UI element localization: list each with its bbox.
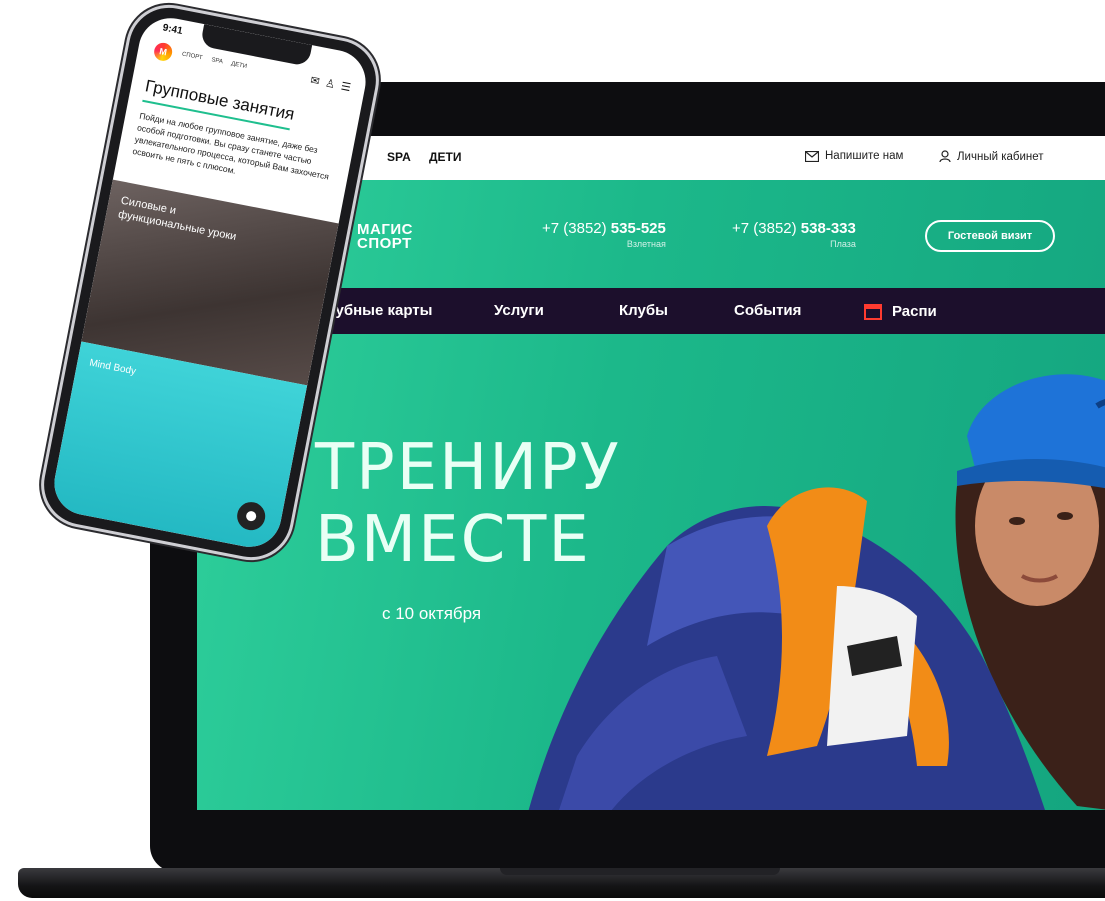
phone-prefix: +7 (3852) [542, 220, 611, 237]
mail-icon [805, 150, 819, 162]
phone-main-number: 535-525 [610, 220, 666, 237]
mail-icon[interactable]: ✉ [309, 74, 321, 89]
phone-frame: 9:41 M СПОРТ SPA ДЕТИ ✉ ♙ ☰ Групповые за… [37, 0, 383, 565]
phone-link-spa[interactable]: SPA [211, 57, 223, 65]
phone-brand-mark-icon[interactable]: M [152, 41, 174, 63]
laptop-base-notch [500, 868, 780, 875]
top-link-spa[interactable]: SPA [387, 150, 411, 164]
write-us-label: Напишите нам [825, 150, 904, 162]
phone-link-kids[interactable]: ДЕТИ [231, 61, 248, 70]
account-label: Личный кабинет [957, 150, 1044, 163]
write-us-link[interactable]: Напишите нам [805, 150, 903, 162]
phone-screen: 9:41 M СПОРТ SPA ДЕТИ ✉ ♙ ☰ Групповые за… [48, 12, 372, 553]
guest-visit-button[interactable]: Гостевой визит [925, 220, 1055, 252]
top-link-kids[interactable]: ДЕТИ [429, 150, 462, 164]
phone-header-icons: ✉ ♙ ☰ [309, 74, 352, 95]
hero-athlete-photo [528, 374, 1105, 810]
user-icon [939, 150, 951, 163]
phone-location: Взлетная [626, 239, 666, 249]
laptop-screen-bottom [197, 810, 1105, 838]
menu-icon[interactable]: ☰ [340, 80, 352, 94]
phone-number-vzletnaya[interactable]: +7 (3852) 535-525 Взлетная [542, 220, 666, 249]
hero-date: с 10 октября [382, 604, 482, 623]
phone-location: Плаза [830, 239, 856, 249]
phone-main-number: 538-333 [800, 220, 856, 237]
phone-status-time: 9:41 [161, 22, 184, 38]
phone-link-sport[interactable]: СПОРТ [181, 52, 202, 62]
phone-description: Пойди на любое групповое занятие, даже б… [131, 110, 330, 182]
phone-card-mind-body-title: Mind Body [88, 357, 137, 378]
smartphone-mockup: 9:41 M СПОРТ SPA ДЕТИ ✉ ♙ ☰ Групповые за… [10, 0, 383, 585]
user-icon[interactable]: ♙ [324, 76, 336, 91]
phone-number-plaza[interactable]: +7 (3852) 538-333 Плаза [732, 220, 856, 249]
account-link[interactable]: Личный кабинет [939, 150, 1044, 163]
phone-card-strength-title: Силовые и функциональные уроки [117, 194, 238, 244]
phone-prefix: +7 (3852) [732, 220, 801, 237]
